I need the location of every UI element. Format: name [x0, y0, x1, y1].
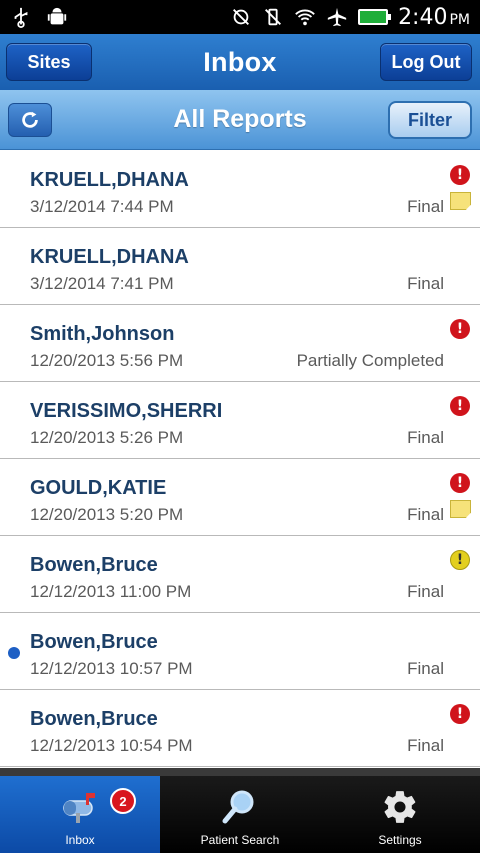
patient-name: KRUELL,DHANA: [30, 246, 189, 268]
report-date: 12/20/2013 5:20 PM: [30, 505, 184, 524]
report-status: Final: [407, 659, 444, 678]
high-priority-icon: !: [450, 165, 470, 185]
report-date: 12/12/2013 10:54 PM: [30, 736, 193, 755]
list-title: All Reports: [173, 105, 307, 133]
report-date: 12/12/2013 10:57 PM: [30, 659, 193, 678]
refresh-icon: [22, 111, 38, 128]
high-priority-icon: !: [450, 473, 470, 493]
medium-priority-icon: !: [450, 550, 470, 570]
airplane-icon: [327, 7, 347, 27]
sites-button[interactable]: Sites: [6, 43, 92, 81]
nav-patient-search-label: Patient Search: [200, 833, 280, 847]
table-row[interactable]: VERISSIMO,SHERRI 12/20/2013 5:26 PM Fina…: [0, 382, 480, 459]
patient-name: VERISSIMO,SHERRI: [30, 400, 223, 422]
table-row[interactable]: GOULD,KATIE 12/20/2013 5:20 PM Final !: [0, 459, 480, 536]
report-date: 12/20/2013 5:26 PM: [30, 428, 184, 447]
report-date: 3/12/2014 7:44 PM: [30, 197, 174, 216]
patient-name: GOULD,KATIE: [30, 477, 167, 499]
report-status: Partially Completed: [296, 351, 444, 370]
table-row[interactable]: KRUELL,DHANA 3/12/2014 7:44 PM Final !: [0, 151, 480, 228]
battery-icon: [358, 9, 392, 25]
nav-settings[interactable]: Settings: [320, 776, 480, 853]
report-date: 12/20/2013 5:56 PM: [30, 351, 184, 370]
usb-icon: [14, 7, 28, 28]
wifi-icon: [295, 9, 315, 26]
report-date: 12/12/2013 11:00 PM: [30, 582, 192, 601]
bottom-nav: Inbox 2 Patient Search Settings: [0, 768, 480, 853]
table-row[interactable]: KRUELL,DHANA 3/12/2014 7:41 PM Final: [0, 228, 480, 305]
report-status: Final: [407, 505, 444, 524]
list-toolbar: All Reports Filter: [0, 90, 480, 150]
report-list: KRUELL,DHANA 3/12/2014 7:44 PM Final ! K…: [0, 151, 480, 768]
status-time: 2:40 PM: [398, 4, 470, 30]
mailbox-icon: [60, 787, 100, 827]
patient-name: Smith,Johnson: [30, 323, 175, 345]
table-row[interactable]: Bowen,Bruce 12/12/2013 11:00 PM Final !: [0, 536, 480, 613]
table-row[interactable]: Bowen,Bruce 12/12/2013 10:57 PM Final: [0, 613, 480, 690]
report-status: Final: [407, 197, 444, 216]
page-title: Inbox: [203, 46, 277, 77]
filter-button[interactable]: Filter: [388, 101, 472, 139]
high-priority-icon: !: [450, 704, 470, 724]
magnifier-icon: [220, 787, 260, 827]
sticky-note-icon: [450, 192, 471, 210]
patient-name: Bowen,Bruce: [30, 708, 158, 730]
refresh-button[interactable]: [8, 103, 52, 137]
gear-icon: [380, 787, 420, 827]
unread-count-badge: 2: [110, 788, 136, 814]
high-priority-icon: !: [450, 396, 470, 416]
nav-inbox[interactable]: Inbox 2: [0, 776, 160, 853]
report-date: 3/12/2014 7:41 PM: [30, 274, 174, 293]
report-status: Final: [407, 582, 444, 601]
report-status: Final: [407, 428, 444, 447]
high-priority-icon: !: [450, 319, 470, 339]
unread-dot-icon: [8, 647, 20, 659]
table-row[interactable]: Smith,Johnson 12/20/2013 5:56 PM Partial…: [0, 305, 480, 382]
report-status: Final: [407, 736, 444, 755]
nav-inbox-label: Inbox: [65, 833, 95, 847]
nav-settings-label: Settings: [378, 833, 422, 847]
no-sync-icon: [233, 9, 250, 25]
report-status: Final: [407, 274, 444, 293]
app-header: Sites Inbox Log Out: [0, 34, 480, 90]
table-row[interactable]: Bowen,Bruce 12/12/2013 10:54 PM Final !: [0, 690, 480, 767]
patient-name: Bowen,Bruce: [30, 631, 158, 653]
nav-patient-search[interactable]: Patient Search: [160, 776, 320, 853]
vibrate-icon: [265, 8, 282, 26]
status-bar: 2:40 PM: [0, 0, 480, 34]
patient-name: Bowen,Bruce: [30, 554, 158, 576]
logout-button[interactable]: Log Out: [380, 43, 472, 81]
sticky-note-icon: [450, 500, 471, 518]
patient-name: KRUELL,DHANA: [30, 169, 189, 191]
android-debug-icon: [47, 7, 67, 25]
